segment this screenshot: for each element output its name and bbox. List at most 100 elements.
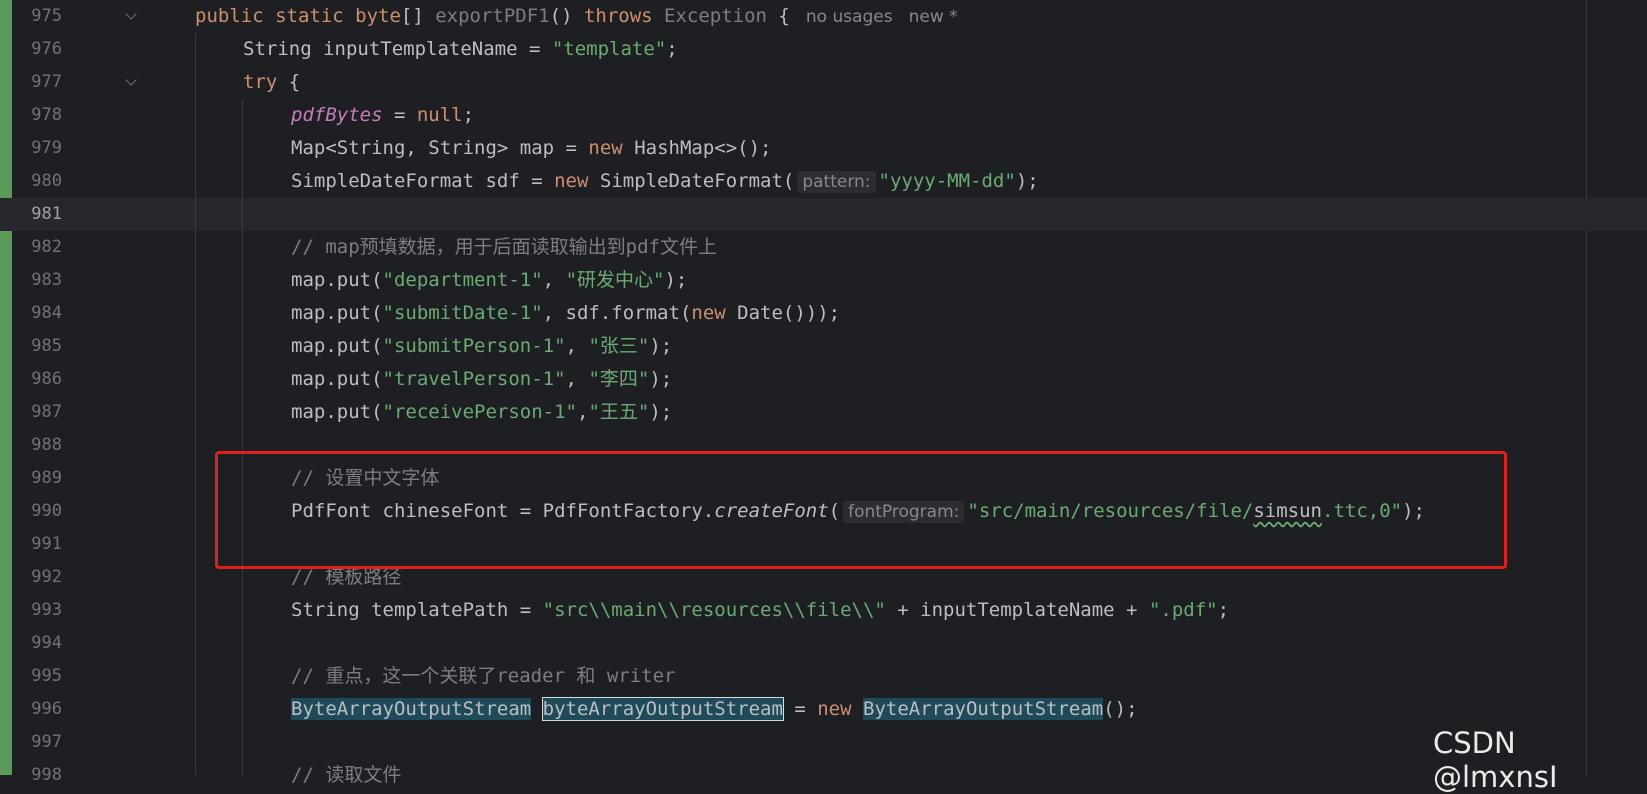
code-text[interactable]: // 模板路径 bbox=[291, 561, 401, 594]
fold-chevron-icon[interactable] bbox=[125, 8, 137, 20]
code-token: "王五" bbox=[588, 401, 650, 423]
indent-guide-2 bbox=[242, 99, 243, 775]
code-line[interactable]: 989 // 设置中文字体 bbox=[0, 462, 1647, 495]
code-line[interactable]: 988 bbox=[0, 429, 1647, 462]
code-token: String inputTemplateName = bbox=[243, 38, 552, 60]
line-number: 993 bbox=[31, 600, 62, 620]
line-number: 983 bbox=[31, 270, 62, 290]
code-line[interactable]: 983 map.put("department-1", "研发中心"); bbox=[0, 264, 1647, 297]
code-line[interactable]: 978 pdfBytes = null; bbox=[0, 99, 1647, 132]
line-number: 979 bbox=[31, 138, 62, 158]
code-line[interactable]: 992 // 模板路径 bbox=[0, 561, 1647, 594]
code-line[interactable]: 985 map.put("submitPerson-1", "张三"); bbox=[0, 330, 1647, 363]
code-token: simsun bbox=[1253, 500, 1322, 522]
code-token: Date())); bbox=[725, 302, 841, 324]
code-line[interactable]: 987 map.put("receivePerson-1","王五"); bbox=[0, 396, 1647, 429]
code-token: SimpleDateFormat sdf = bbox=[291, 170, 555, 192]
code-line[interactable]: 977 try { bbox=[0, 66, 1647, 99]
line-number: 978 bbox=[31, 105, 62, 125]
code-token: "receivePerson-1" bbox=[382, 401, 577, 423]
code-token: ( bbox=[828, 500, 841, 522]
code-line[interactable]: 979 Map<String, String> map = new HashMap… bbox=[0, 132, 1647, 165]
code-token: , bbox=[576, 401, 589, 423]
code-token: "yyyy-MM-dd" bbox=[878, 170, 1016, 192]
code-line[interactable]: 997 bbox=[0, 726, 1647, 759]
code-text[interactable]: map.put("receivePerson-1","王五"); bbox=[291, 396, 672, 429]
line-number: 985 bbox=[31, 336, 62, 356]
code-token: map.put( bbox=[291, 302, 383, 324]
code-text[interactable]: map.put("travelPerson-1", "李四"); bbox=[291, 363, 672, 396]
code-token: Map<String, String> map = bbox=[291, 137, 589, 159]
code-line[interactable]: 975 public static byte[] exportPDF1() thr… bbox=[0, 0, 1647, 33]
code-line[interactable]: 998 // 读取文件 bbox=[0, 759, 1647, 792]
code-text[interactable]: ByteArrayOutputStream byteArrayOutputStr… bbox=[291, 693, 1138, 726]
line-number: 982 bbox=[31, 237, 62, 257]
line-number: 995 bbox=[31, 666, 62, 686]
line-number: 989 bbox=[31, 468, 62, 488]
code-text[interactable]: Map<String, String> map = new HashMap<>(… bbox=[291, 132, 771, 165]
code-token: "src/main/resources/file/ bbox=[967, 500, 1254, 522]
line-number: 988 bbox=[31, 435, 62, 455]
code-line[interactable]: 990 PdfFont chineseFont = PdfFontFactory.… bbox=[0, 495, 1647, 528]
code-token: , bbox=[565, 368, 589, 390]
code-line[interactable]: 976 String inputTemplateName = "template"… bbox=[0, 33, 1647, 66]
code-token: "研发中心" bbox=[565, 269, 665, 291]
code-token: ".pdf" bbox=[1148, 599, 1218, 621]
code-line[interactable]: 984 map.put("submitDate-1", sdf.format(ne… bbox=[0, 297, 1647, 330]
code-token: , bbox=[565, 335, 589, 357]
code-text[interactable]: String inputTemplateName = "template"; bbox=[243, 33, 678, 66]
line-number: 980 bbox=[31, 171, 62, 191]
code-token: ByteArrayOutputStream bbox=[291, 698, 532, 720]
code-line[interactable]: 986 map.put("travelPerson-1", "李四"); bbox=[0, 363, 1647, 396]
code-text[interactable]: SimpleDateFormat sdf = new SimpleDateFor… bbox=[291, 165, 1039, 199]
code-text[interactable]: try { bbox=[243, 66, 300, 99]
code-token: // map预填数据，用于后面读取输出到pdf文件上 bbox=[291, 236, 717, 258]
code-line[interactable]: 981 bbox=[0, 198, 1647, 231]
code-line[interactable]: 991 bbox=[0, 528, 1647, 561]
code-token: + inputTemplateName + bbox=[885, 599, 1149, 621]
code-text[interactable]: // map预填数据，用于后面读取输出到pdf文件上 bbox=[291, 231, 717, 264]
code-text[interactable]: // 读取文件 bbox=[291, 759, 401, 792]
code-token: { bbox=[766, 5, 790, 27]
code-token: () bbox=[549, 5, 584, 27]
code-text[interactable]: // 重点，这一个关联了reader 和 writer bbox=[291, 660, 675, 693]
code-line[interactable]: 982 // map预填数据，用于后面读取输出到pdf文件上 bbox=[0, 231, 1647, 264]
code-token: , bbox=[542, 269, 566, 291]
code-token: new bbox=[554, 170, 589, 192]
code-token: "submitPerson-1" bbox=[382, 335, 566, 357]
code-text[interactable]: String templatePath = "src\\main\\resour… bbox=[291, 594, 1229, 627]
code-token: Exception bbox=[652, 5, 767, 27]
usage-info[interactable]: new * bbox=[909, 7, 958, 27]
code-token: exportPDF1 bbox=[435, 5, 550, 27]
code-line[interactable]: 995 // 重点，这一个关联了reader 和 writer bbox=[0, 660, 1647, 693]
code-text[interactable]: map.put("department-1", "研发中心"); bbox=[291, 264, 687, 297]
code-line[interactable]: 996 ByteArrayOutputStream byteArrayOutput… bbox=[0, 693, 1647, 726]
code-text[interactable]: map.put("submitPerson-1", "张三"); bbox=[291, 330, 672, 363]
code-token: ); bbox=[1402, 500, 1425, 522]
code-text[interactable]: public static byte[] exportPDF1() throws… bbox=[195, 0, 958, 34]
code-token: map.put( bbox=[291, 269, 383, 291]
code-token: map.put( bbox=[291, 335, 383, 357]
code-token: SimpleDateFormat( bbox=[588, 170, 795, 192]
code-line[interactable]: 980 SimpleDateFormat sdf = new SimpleDate… bbox=[0, 165, 1647, 198]
watermark: CSDN @lmxnsI bbox=[1433, 726, 1558, 794]
code-token: "张三" bbox=[588, 335, 650, 357]
code-text[interactable]: map.put("submitDate-1", sdf.format(new D… bbox=[291, 297, 840, 330]
fold-chevron-icon[interactable] bbox=[125, 74, 137, 86]
code-line[interactable]: 993 String templatePath = "src\\main\\res… bbox=[0, 594, 1647, 627]
code-editor[interactable]: 975 public static byte[] exportPDF1() thr… bbox=[0, 0, 1647, 794]
code-token: new bbox=[691, 302, 726, 324]
parameter-hint: pattern: bbox=[797, 171, 876, 193]
code-token: // 读取文件 bbox=[291, 764, 402, 786]
code-token: map.put( bbox=[291, 401, 383, 423]
usage-info[interactable]: no usages bbox=[806, 7, 893, 27]
code-text[interactable]: // 设置中文字体 bbox=[291, 462, 439, 495]
code-token: ); bbox=[649, 335, 673, 357]
code-token: ; bbox=[462, 104, 475, 126]
code-line[interactable]: 994 bbox=[0, 627, 1647, 660]
line-number: 987 bbox=[31, 402, 62, 422]
code-text[interactable]: PdfFont chineseFont = PdfFontFactory.cre… bbox=[291, 495, 1425, 529]
code-text[interactable]: pdfBytes = null; bbox=[291, 99, 474, 132]
code-token: // 模板路径 bbox=[291, 566, 402, 588]
